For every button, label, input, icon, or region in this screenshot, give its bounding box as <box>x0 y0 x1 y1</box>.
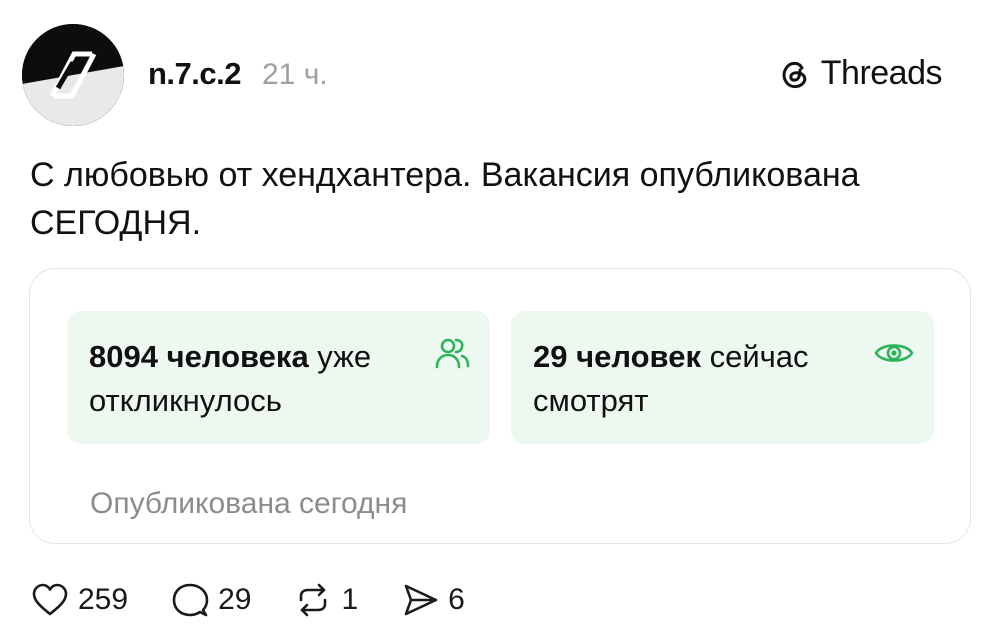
viewers-rest: сейчас <box>700 339 809 374</box>
viewers-line-2: смотрят <box>533 383 649 418</box>
post-time: 21 ч. <box>262 58 328 91</box>
published-label: Опубликована сегодня <box>90 487 408 520</box>
post-text-line-1: С любовью от хендхантера. Вакансия опубл… <box>30 156 860 194</box>
viewers-line-1: 29 человек сейчас <box>533 335 912 379</box>
post-text: С любовью от хендхантера. Вакансия опубл… <box>30 151 970 247</box>
threads-brand: Threads <box>777 54 943 93</box>
send-icon <box>404 584 438 616</box>
shares-count: 6 <box>448 583 465 616</box>
threads-logo-icon <box>782 61 807 88</box>
responses-rest: уже <box>308 339 372 374</box>
like-button[interactable]: 259 <box>30 580 128 620</box>
comment-icon <box>172 583 209 617</box>
likes-count: 259 <box>78 583 129 616</box>
people-icon <box>435 338 470 369</box>
eye-icon <box>874 344 914 362</box>
responses-line-1: 8094 человека уже <box>89 335 468 379</box>
zn-logo-avatar <box>22 24 124 126</box>
responses-count: 8094 человека <box>89 339 309 374</box>
responses-line-2: откликнулось <box>89 383 282 418</box>
post-text-line-2: СЕГОДНЯ. <box>30 204 202 242</box>
comment-button[interactable]: 29 <box>170 580 251 620</box>
username[interactable]: n.7.c.2 <box>148 56 242 92</box>
avatar[interactable] <box>22 24 124 126</box>
reposts-count: 1 <box>341 583 359 616</box>
vacancy-card[interactable]: 8094 человека уже откликнулось 29 челове… <box>29 268 971 544</box>
repost-button[interactable]: 1 <box>293 580 358 620</box>
viewers-stat: 29 человек сейчас смотрят <box>511 311 934 444</box>
comments-count: 29 <box>218 583 252 616</box>
responses-stat: 8094 человека уже откликнулось <box>67 311 490 444</box>
post-actions: 259 29 1 6 <box>30 580 507 620</box>
threads-label: Threads <box>820 54 943 92</box>
heart-icon <box>32 583 68 616</box>
share-button[interactable]: 6 <box>400 580 465 620</box>
repost-icon <box>300 583 327 617</box>
viewers-count: 29 человек <box>533 339 701 374</box>
